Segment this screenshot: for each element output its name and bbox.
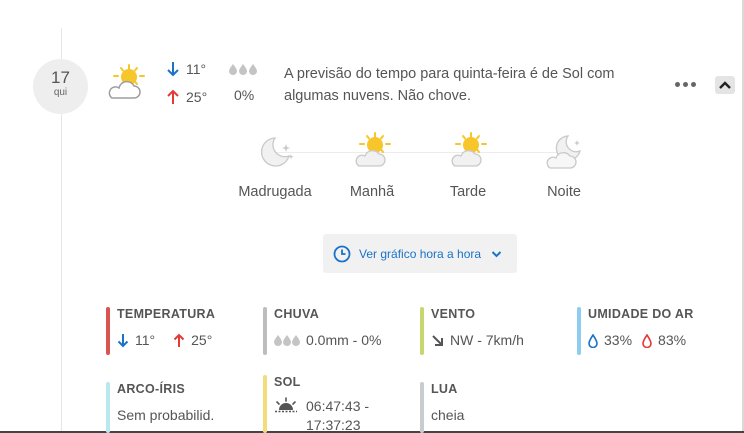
stat-value: 33% 83% [588, 332, 727, 349]
stat-color-bar [577, 307, 581, 355]
stat-title: UMIDADE DO AR [588, 307, 694, 321]
sun-behind-cloud-icon [350, 130, 394, 174]
stat-title: SOL [274, 375, 301, 389]
temperature-min: 11° [135, 332, 156, 348]
stat-rain: CHUVA 0.0mm - 0% [263, 307, 413, 355]
stat-temperature: TEMPERATURA 11° 25° [106, 307, 256, 355]
stat-color-bar [263, 307, 267, 355]
forecast-description: A previsão do tempo para quinta-feira é … [284, 66, 615, 104]
chevron-up-icon [719, 81, 731, 89]
moon-stars-icon [253, 130, 297, 174]
period-label: Noite [547, 184, 581, 200]
summary-rain-probability: 0% [234, 87, 255, 103]
arrow-up-icon [166, 89, 180, 105]
more-dot [674, 81, 680, 87]
summary-temp-min: 11° [166, 61, 206, 77]
stat-title: LUA [431, 382, 458, 396]
collapse-button[interactable] [715, 76, 735, 94]
rain-value: 0.0mm - 0% [306, 332, 382, 348]
date-weekday: qui [53, 87, 68, 98]
stat-rainbow: ARCO-ÍRIS Sem probabilid. [106, 382, 256, 433]
temperature-max: 25° [191, 332, 213, 348]
sun-behind-cloud-icon [104, 61, 148, 105]
period-tarde: Tarde [418, 130, 518, 200]
humidity-min: 33% [604, 332, 633, 348]
arrow-down-icon [166, 61, 180, 77]
more-options-button[interactable] [672, 76, 698, 92]
stat-moon: LUA cheia [420, 382, 570, 433]
stat-value: 11° 25° [117, 332, 256, 349]
stat-color-bar [420, 307, 424, 355]
stat-value: 06:47:43 - 17:37:23 [274, 395, 413, 433]
period-label: Madrugada [238, 184, 312, 200]
stat-title: ARCO-ÍRIS [117, 382, 185, 396]
more-dot [690, 81, 696, 87]
stat-title: CHUVA [274, 307, 320, 321]
date-day: 17 [51, 68, 70, 87]
stat-humidity: UMIDADE DO AR 33% 83% [577, 307, 727, 355]
arrow-up-icon [173, 333, 185, 348]
stat-value: NW - 7km/h [431, 332, 570, 349]
sunrise-icon [274, 397, 298, 413]
wind-direction-arrow-icon [431, 334, 444, 347]
humidity-max: 83% [658, 332, 687, 348]
raindrops-icon [274, 335, 300, 346]
more-dot [682, 81, 688, 87]
stat-color-bar [106, 382, 110, 433]
stat-sun: SOL 06:47:43 - 17:37:23 [263, 375, 413, 433]
sun-value: 06:47:43 - 17:37:23 [306, 398, 370, 433]
rainbow-value: Sem probabilid. [117, 407, 215, 423]
period-noite: Noite [514, 130, 614, 200]
period-manha: Manhã [322, 130, 422, 200]
stat-wind: VENTO NW - 7km/h [420, 307, 570, 355]
summary-temp-min-value: 11° [186, 61, 207, 77]
stat-color-bar [106, 307, 110, 355]
stat-title: VENTO [431, 307, 476, 321]
wind-value: NW - 7km/h [450, 332, 524, 348]
stat-color-bar [420, 382, 424, 433]
stat-value: 0.0mm - 0% [274, 332, 413, 349]
drop-blue-icon [588, 333, 598, 348]
period-label: Manhã [349, 184, 395, 200]
period-label: Tarde [449, 184, 487, 200]
sun-behind-cloud-icon [446, 130, 490, 174]
stat-color-bar [263, 375, 267, 433]
moon-behind-cloud-icon [542, 130, 586, 174]
arrow-down-icon [117, 333, 129, 348]
period-madrugada: Madrugada [225, 130, 325, 200]
date-badge: 17 qui [33, 59, 88, 114]
hourly-chart-button[interactable]: Ver gráfico hora a hora [323, 234, 517, 273]
summary-temp-max-value: 25° [186, 89, 208, 105]
summary-temp-max: 25° [166, 89, 207, 105]
drop-red-icon [642, 333, 652, 348]
chevron-down-icon [491, 250, 502, 258]
hourly-chart-label: Ver gráfico hora a hora [359, 246, 482, 261]
clock-icon [333, 245, 351, 263]
raindrops-icon [229, 64, 257, 75]
moon-value: cheia [431, 407, 465, 423]
stat-title: TEMPERATURA [117, 307, 216, 321]
